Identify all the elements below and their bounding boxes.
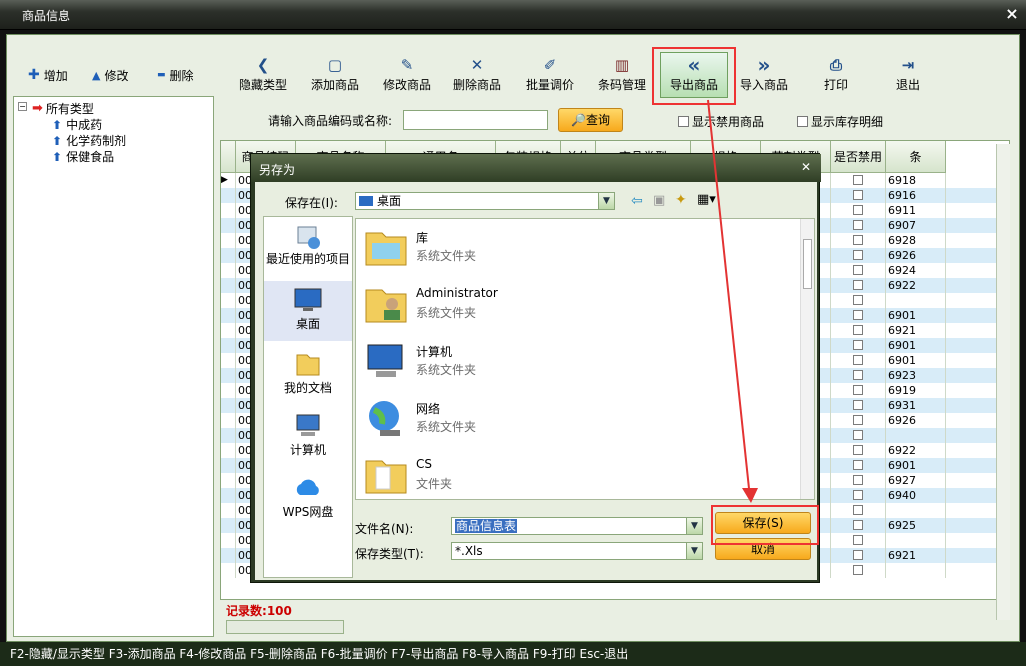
annotation-arrow — [707, 99, 758, 503]
